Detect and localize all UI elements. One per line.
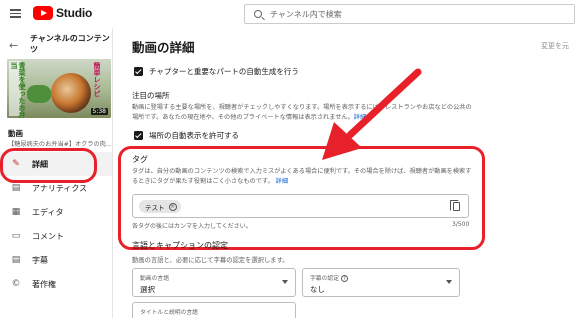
annotation-arrow xyxy=(322,68,422,160)
arrow-shaft xyxy=(346,68,422,139)
